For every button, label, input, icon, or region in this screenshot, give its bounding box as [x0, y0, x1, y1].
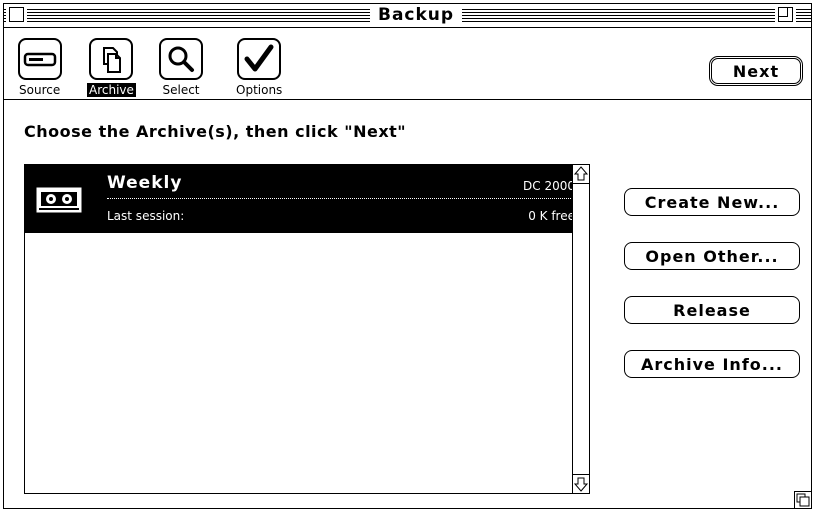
tool-label: Options [236, 83, 283, 97]
archive-row[interactable]: Weekly DC 2000 Last session: 0 K free [25, 165, 581, 233]
next-button[interactable]: Next [709, 56, 803, 86]
scroll-down-arrow-icon[interactable] [573, 474, 589, 493]
zoom-box[interactable] [775, 4, 796, 25]
tool-archive[interactable]: Archive [87, 38, 136, 97]
tool-label: Archive [87, 83, 136, 97]
drive-icon [17, 38, 62, 80]
last-session-label: Last session: [107, 209, 185, 223]
tool-label: Source [19, 83, 61, 97]
create-new-button[interactable]: Create New... [624, 188, 800, 216]
archive-name: Weekly [107, 173, 183, 193]
title-bar[interactable]: Backup [4, 4, 811, 28]
free-space: 0 K free [528, 209, 575, 223]
tool-select[interactable]: Select [159, 38, 203, 97]
archive-info-button[interactable]: Archive Info... [624, 350, 800, 378]
documents-icon [89, 38, 134, 80]
tool-label: Select [162, 83, 200, 97]
close-box[interactable] [6, 4, 27, 25]
row-divider [107, 198, 575, 199]
archive-device: DC 2000 [523, 179, 575, 193]
tape-cartridge-icon [35, 185, 83, 215]
magnifier-icon [159, 38, 203, 80]
resize-handle[interactable] [794, 491, 811, 508]
vertical-scrollbar[interactable] [572, 165, 589, 493]
checkmark-icon [237, 38, 282, 80]
archive-list[interactable]: Weekly DC 2000 Last session: 0 K free [24, 164, 590, 494]
window-title: Backup [370, 5, 463, 26]
toolbar: Source Archive Select Options Next [4, 28, 811, 100]
tool-options[interactable]: Options [234, 38, 284, 97]
tool-source[interactable]: Source [17, 38, 62, 97]
instruction-text: Choose the Archive(s), then click "Next" [24, 122, 407, 141]
backup-window: Backup Source Archive Select Options Nex… [3, 3, 812, 509]
scroll-up-arrow-icon[interactable] [573, 165, 589, 184]
release-button[interactable]: Release [624, 296, 800, 324]
open-other-button[interactable]: Open Other... [624, 242, 800, 270]
